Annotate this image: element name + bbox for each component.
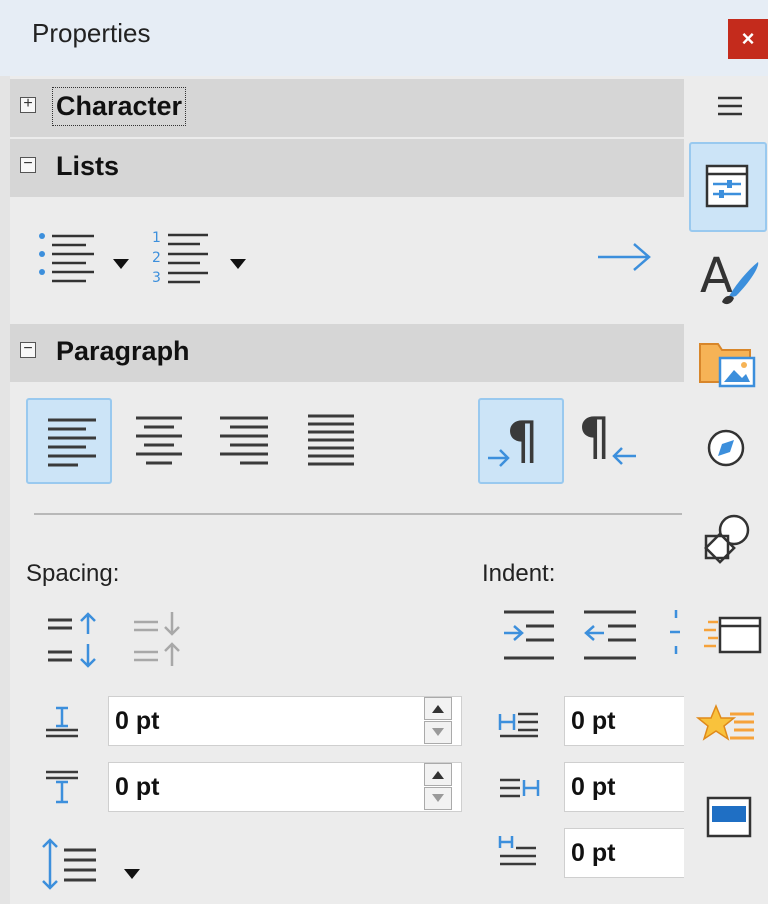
sidebar-tab-design[interactable] (690, 776, 766, 852)
svg-text:1: 1 (152, 230, 161, 246)
design-icon (706, 796, 752, 838)
increase-indent-button[interactable] (500, 606, 560, 670)
bullet-list-button[interactable] (36, 226, 98, 288)
sidebar-tab-properties[interactable] (689, 142, 767, 232)
svg-text:A: A (700, 248, 733, 304)
properties-icon (705, 164, 749, 208)
spin-up-button[interactable] (424, 697, 452, 720)
arrow-right-icon (598, 243, 651, 271)
star-list-icon (695, 704, 754, 741)
section-paragraph-title: Paragraph (56, 336, 190, 366)
navigator-compass-icon (707, 429, 745, 467)
section-lists-title: Lists (56, 151, 120, 181)
spin-down-button[interactable] (424, 721, 452, 744)
section-paragraph-header[interactable]: − Paragraph (10, 324, 684, 382)
below-spacing-icon (44, 770, 80, 809)
page-icon (704, 616, 762, 654)
line-spacing-icon (42, 838, 96, 890)
line-spacing-button[interactable] (40, 836, 104, 892)
chevron-down-icon (124, 869, 140, 879)
paragraph-ltr-icon: ¶ (488, 411, 539, 471)
numbered-list-dropdown[interactable] (230, 256, 246, 274)
align-left-button[interactable] (26, 398, 112, 484)
above-spacing-icon (44, 706, 80, 745)
numbered-list-button[interactable]: 1 2 3 (150, 226, 212, 288)
sidebar-tab-navigator[interactable] (690, 404, 766, 480)
above-spacing-spinner[interactable] (424, 696, 454, 746)
spacing-label: Spacing: (26, 560, 120, 587)
decrease-indent-button[interactable] (580, 606, 640, 670)
svg-text:¶: ¶ (506, 411, 539, 471)
svg-text:3: 3 (152, 270, 161, 286)
shapes-icon (704, 514, 750, 564)
more-options-button[interactable] (596, 240, 652, 279)
below-spacing-spinner[interactable] (424, 762, 454, 812)
align-justify-icon (308, 414, 354, 466)
align-center-button[interactable] (116, 398, 202, 484)
justify-button[interactable] (290, 398, 376, 484)
decrease-spacing-button[interactable] (130, 608, 190, 672)
align-right-icon (220, 416, 268, 465)
first-line-indent-icon (498, 832, 542, 877)
section-character-header[interactable]: + Character (10, 79, 684, 137)
decrease-paragraph-spacing-icon (134, 612, 180, 666)
styles-icon: A (700, 248, 759, 305)
svg-text:2: 2 (152, 250, 161, 266)
sidebar-tab-page[interactable] (690, 598, 766, 674)
expand-icon[interactable]: + (20, 96, 36, 113)
panel-left-edge (0, 76, 10, 904)
align-left-icon (48, 418, 96, 467)
hanging-indent-button[interactable] (666, 606, 682, 670)
above-spacing-field[interactable]: 0 pt (108, 696, 462, 746)
before-text-indent-field[interactable]: 0 pt (564, 696, 684, 746)
align-right-button[interactable] (202, 398, 288, 484)
hamburger-icon (718, 96, 742, 116)
spin-up-button[interactable] (424, 763, 452, 786)
section-lists-header[interactable]: − Lists (10, 139, 684, 197)
align-center-icon (136, 416, 182, 465)
line-spacing-dropdown[interactable] (124, 866, 140, 884)
spin-down-button[interactable] (424, 787, 452, 810)
paragraph-divider (34, 513, 682, 515)
svg-text:¶: ¶ (578, 407, 611, 467)
paragraph-rtl-icon: ¶ (578, 407, 636, 467)
right-to-left-button[interactable]: ¶ (568, 398, 654, 484)
sidebar-tab-styles[interactable]: A (690, 236, 766, 312)
collapse-icon[interactable]: − (20, 341, 36, 358)
numbered-list-icon: 1 2 3 (152, 230, 208, 286)
indent-label: Indent: (482, 560, 556, 587)
first-line-indent-field[interactable]: 0 pt (564, 828, 684, 878)
bullet-list-dropdown[interactable] (113, 256, 129, 274)
sidebar-tab-manage-changes[interactable] (690, 688, 766, 764)
close-button[interactable]: × (728, 19, 768, 59)
after-text-indent-icon (498, 774, 542, 809)
left-to-right-button[interactable]: ¶ (478, 398, 564, 484)
sidebar-tab-gallery[interactable] (690, 320, 766, 396)
chevron-down-icon (230, 259, 246, 269)
increase-indent-icon (504, 610, 554, 660)
collapse-icon[interactable]: − (20, 156, 36, 173)
panel-title: Properties (32, 18, 151, 48)
sidebar-tab-shapes[interactable] (690, 490, 766, 566)
bullet-list-icon (39, 233, 94, 283)
below-spacing-field[interactable]: 0 pt (108, 762, 462, 812)
gallery-icon (699, 343, 756, 388)
increase-spacing-button[interactable] (44, 608, 104, 672)
chevron-down-icon (113, 259, 129, 269)
decrease-indent-icon (584, 610, 636, 660)
section-character-title[interactable]: Character (51, 87, 187, 126)
after-text-indent-field[interactable]: 0 pt (564, 762, 684, 812)
panel-titlebar: Properties × (0, 0, 768, 76)
increase-paragraph-spacing-icon (48, 612, 96, 668)
before-text-indent-icon (498, 708, 542, 743)
sidebar-menu-button[interactable] (690, 76, 766, 152)
hanging-indent-icon (670, 610, 680, 654)
